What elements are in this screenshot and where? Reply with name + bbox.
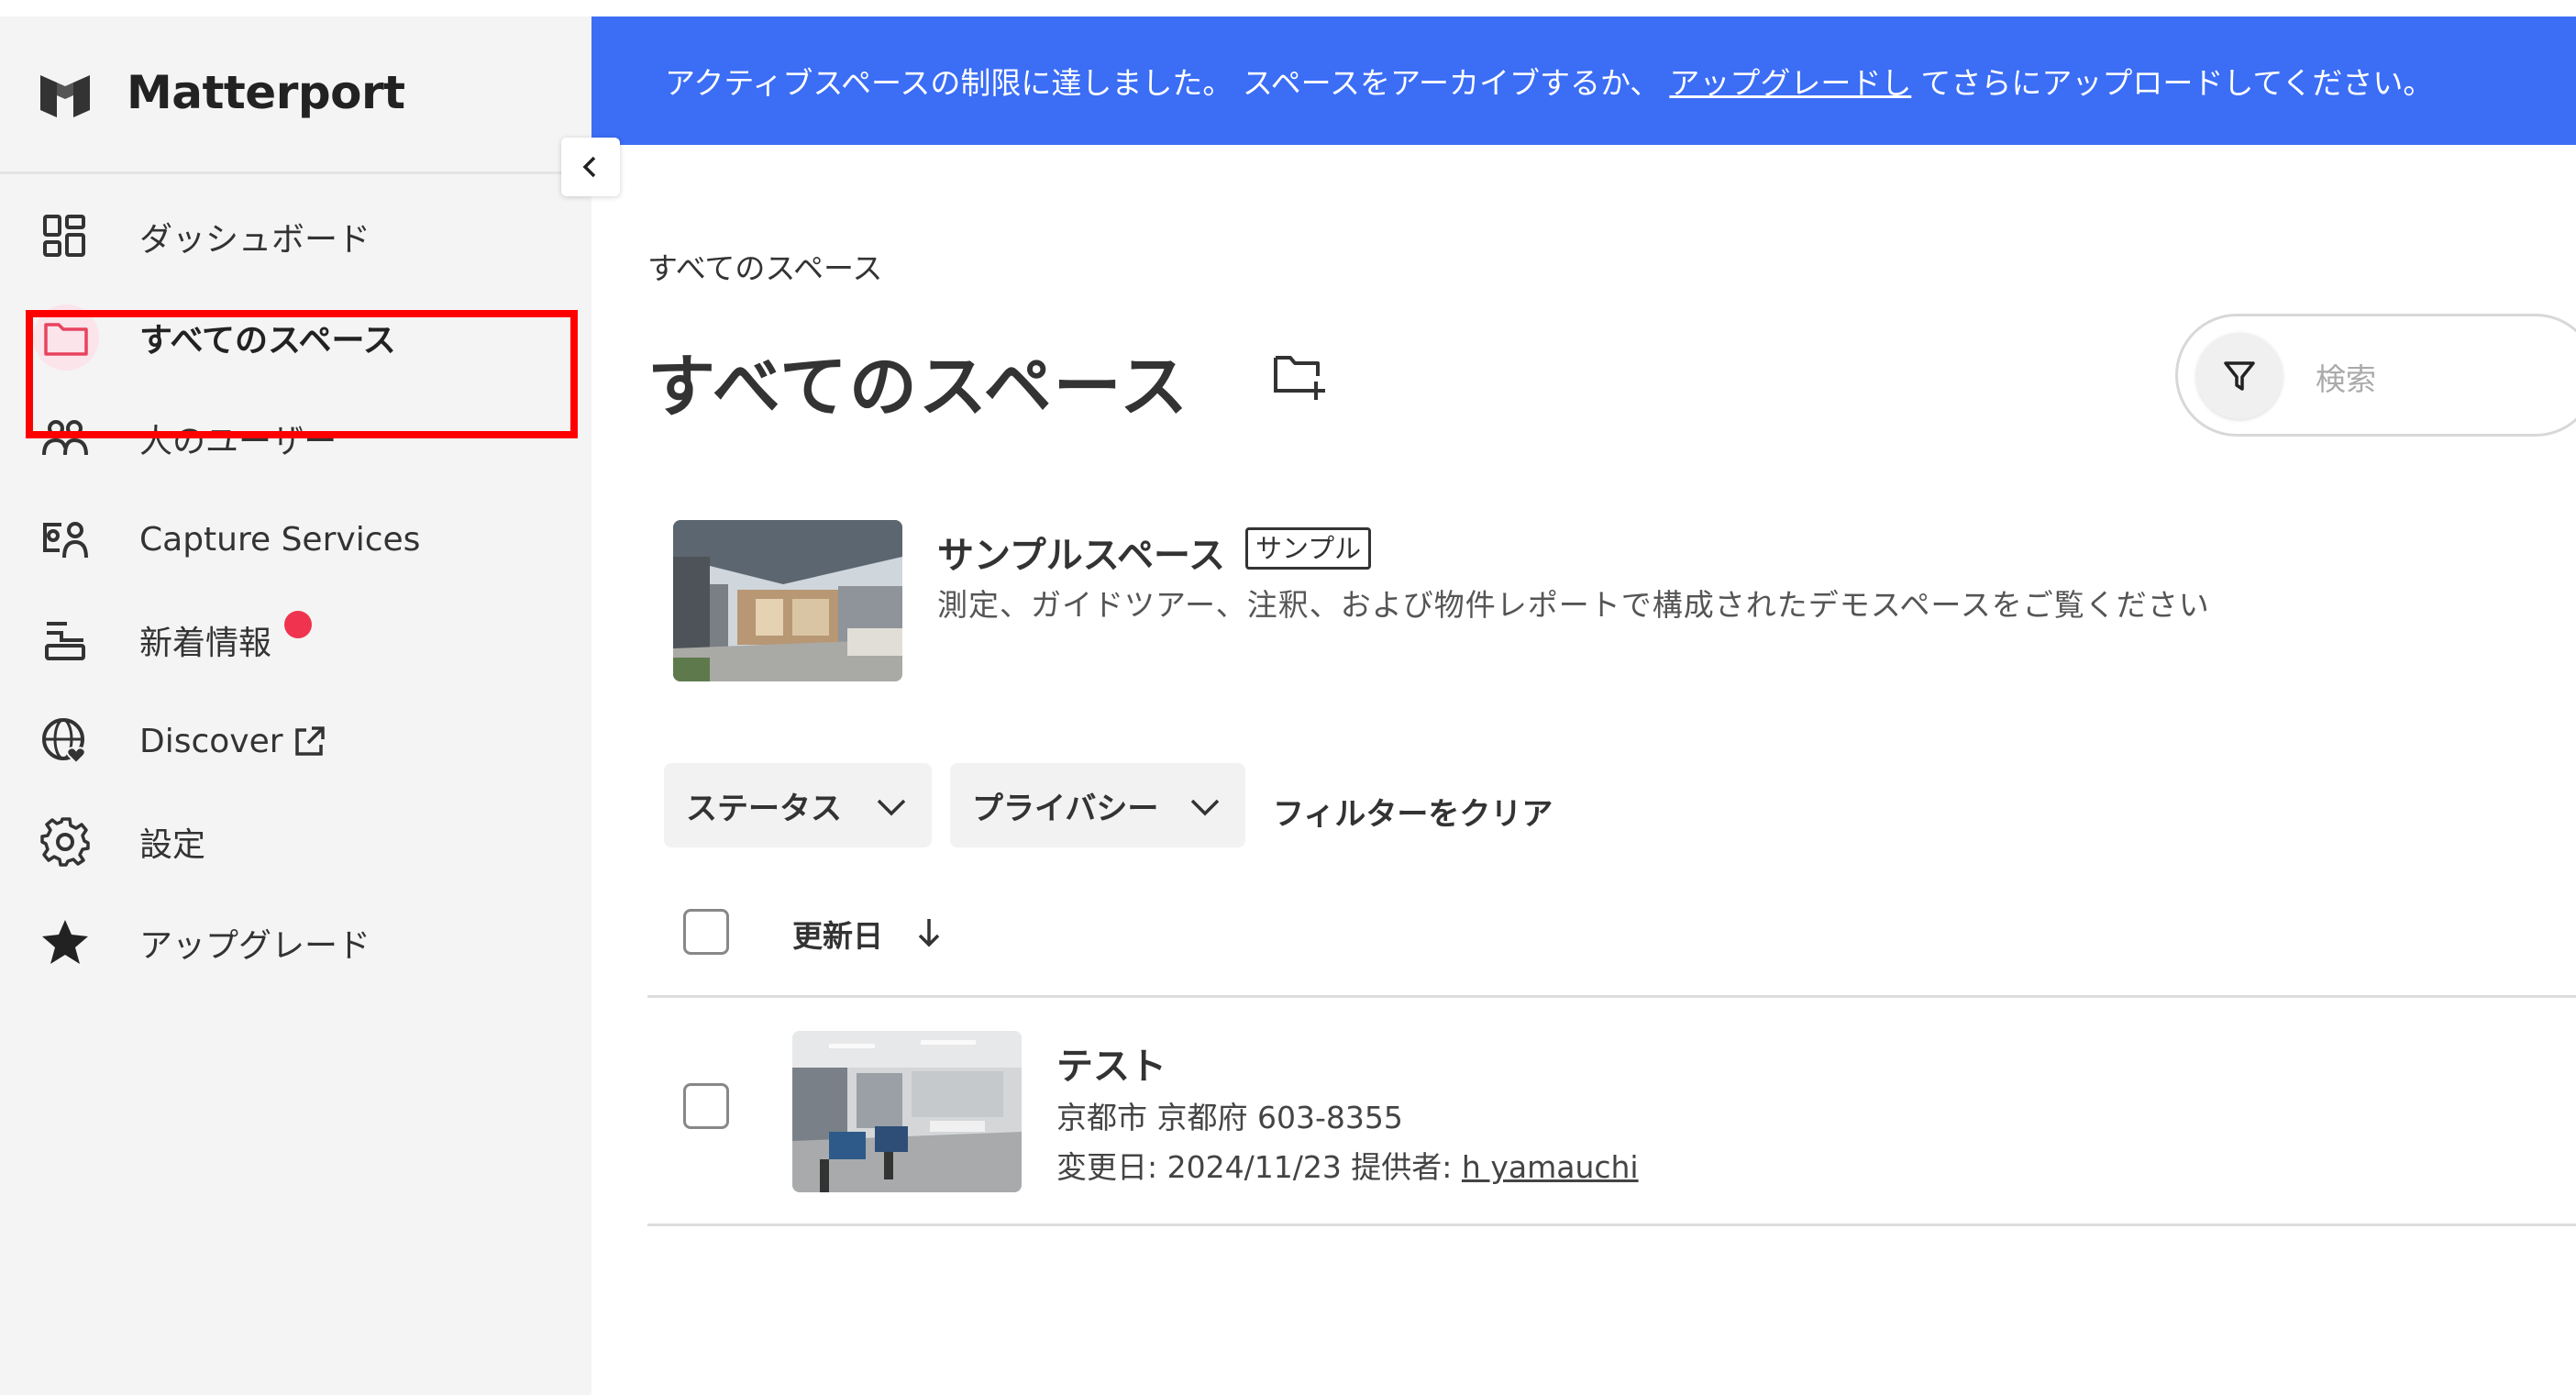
modified-label: 変更日: 2024/11/23 提供者: [1056,1149,1462,1185]
space-thumbnail[interactable] [792,1031,1022,1192]
sidebar-item-label: アップグレード [139,927,371,965]
sidebar-item-settings[interactable]: 設定 [0,796,591,888]
limit-banner: アクティブスペースの制限に達しました。 スペースをアーカイブするか、 アップグレ… [591,17,2576,145]
sidebar: Matterport ダッシュボード すべてのスペース 人のユーザー Captu… [0,17,591,1395]
space-address: 京都市 京都府 603-8355 [1056,1100,1403,1135]
external-link-icon [295,726,325,756]
chevron-left-icon [582,156,596,178]
star-icon [37,914,94,971]
sidebar-item-label: Discover [139,722,283,760]
search-input[interactable]: 検索 [2316,355,2376,399]
highlight-annotation [26,310,578,438]
table-divider-bottom [647,1223,2576,1226]
privacy-filter-dropdown[interactable]: プライバシー [950,763,1245,847]
page-title: すべてのスペース [647,348,1189,426]
sidebar-item-label: ダッシュボード [139,221,371,259]
top-gap [0,0,2576,17]
new-folder-icon[interactable] [1270,350,1331,402]
status-filter-label: ステータス [686,790,842,827]
status-filter-dropdown[interactable]: ステータス [664,763,932,847]
gear-icon [37,814,94,870]
upgrade-link[interactable]: アップグレードし [1669,59,1911,103]
banner-text: アクティブスペースの制限に達しました。 スペースをアーカイブするか、 [665,65,1661,101]
arrow-down-icon[interactable] [913,913,945,950]
table-divider [647,995,2576,998]
space-title[interactable]: テスト [1056,1036,1166,1090]
logo-area: Matterport [0,17,591,174]
sidebar-item-upgrade[interactable]: アップグレード [0,897,591,989]
globe-heart-icon [37,713,94,769]
banner-text-end: てさらにアップロードしてください。 [1920,65,2434,101]
sidebar-item-label: 設定 [139,826,206,864]
row-checkbox[interactable] [683,1083,729,1129]
chevron-down-icon [877,799,906,816]
dashboard-icon [37,208,94,265]
filter-button[interactable] [2196,333,2283,419]
clear-filters-button[interactable]: フィルターをクリア [1273,789,1553,834]
sidebar-item-capture-services[interactable]: Capture Services [0,493,591,585]
capture-services-icon [37,511,94,568]
sample-space-description: 測定、ガイドツアー、注釈、および物件レポートで構成されたデモスペースをご覧くださ… [937,587,2210,623]
whats-new-icon [37,612,94,669]
sidebar-item-label: Capture Services [139,520,421,559]
breadcrumb[interactable]: すべてのスペース [647,244,882,288]
sidebar-item-discover[interactable]: Discover [0,695,591,787]
notification-dot [284,611,312,638]
sidebar-item-whats-new[interactable]: 新着情報 [0,594,591,686]
sort-column-header[interactable]: 更新日 [792,912,883,956]
chevron-down-icon [1190,799,1220,816]
space-meta: 変更日: 2024/11/23 提供者: h yamauchi [1056,1143,1639,1187]
privacy-filter-label: プライバシー [972,790,1159,827]
sidebar-item-label: 新着情報 [139,625,272,662]
sidebar-item-dashboard[interactable]: ダッシュボード [0,191,591,282]
collapse-sidebar-button[interactable] [561,138,620,196]
sample-space-thumbnail[interactable] [673,520,902,681]
brand-name[interactable]: Matterport [127,66,405,119]
select-all-checkbox[interactable] [683,909,729,955]
author-link[interactable]: h yamauchi [1462,1149,1639,1185]
matterport-logo-icon [40,75,90,117]
sample-space-title[interactable]: サンプルスペース [937,526,1225,579]
filter-icon [2224,361,2255,391]
search-box[interactable]: 検索 [2175,314,2576,437]
sample-space-card[interactable]: サンプルスペース サンプル 測定、ガイドツアー、注釈、および物件レポートで構成さ… [673,520,2416,681]
sample-badge: サンプル [1245,527,1372,570]
